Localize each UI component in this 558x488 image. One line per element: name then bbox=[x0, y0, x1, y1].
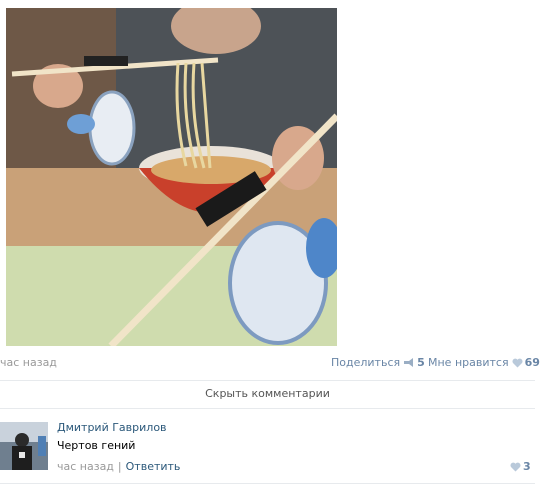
like-count: 69 bbox=[524, 356, 540, 369]
post-time[interactable]: час назад bbox=[0, 356, 57, 369]
share-count: 5 bbox=[417, 356, 425, 369]
comment-text: Чертов гений bbox=[57, 439, 136, 452]
comment-meta: час назад | Ответить bbox=[57, 460, 180, 473]
comment-like-count: 3 bbox=[523, 460, 531, 473]
divider bbox=[0, 483, 535, 484]
comment-author[interactable]: Дмитрий Гаврилов bbox=[57, 421, 167, 434]
comment-like-button[interactable]: 3 bbox=[510, 460, 531, 475]
heart-icon bbox=[510, 462, 521, 475]
comment-time[interactable]: час назад bbox=[57, 460, 114, 473]
post-photo[interactable] bbox=[6, 8, 337, 346]
reply-button[interactable]: Ответить bbox=[126, 460, 181, 473]
divider bbox=[0, 408, 535, 409]
separator: | bbox=[117, 460, 122, 473]
megaphone-icon bbox=[403, 357, 415, 371]
like-label: Мне нравится bbox=[428, 356, 509, 369]
hide-comments-button[interactable]: Скрыть комментарии bbox=[0, 381, 535, 407]
avatar[interactable] bbox=[0, 422, 48, 470]
share-button[interactable]: Поделиться 5 bbox=[331, 356, 425, 371]
like-button[interactable]: Мне нравится 69 bbox=[428, 356, 540, 371]
share-label: Поделиться bbox=[331, 356, 401, 369]
heart-icon bbox=[512, 358, 523, 371]
